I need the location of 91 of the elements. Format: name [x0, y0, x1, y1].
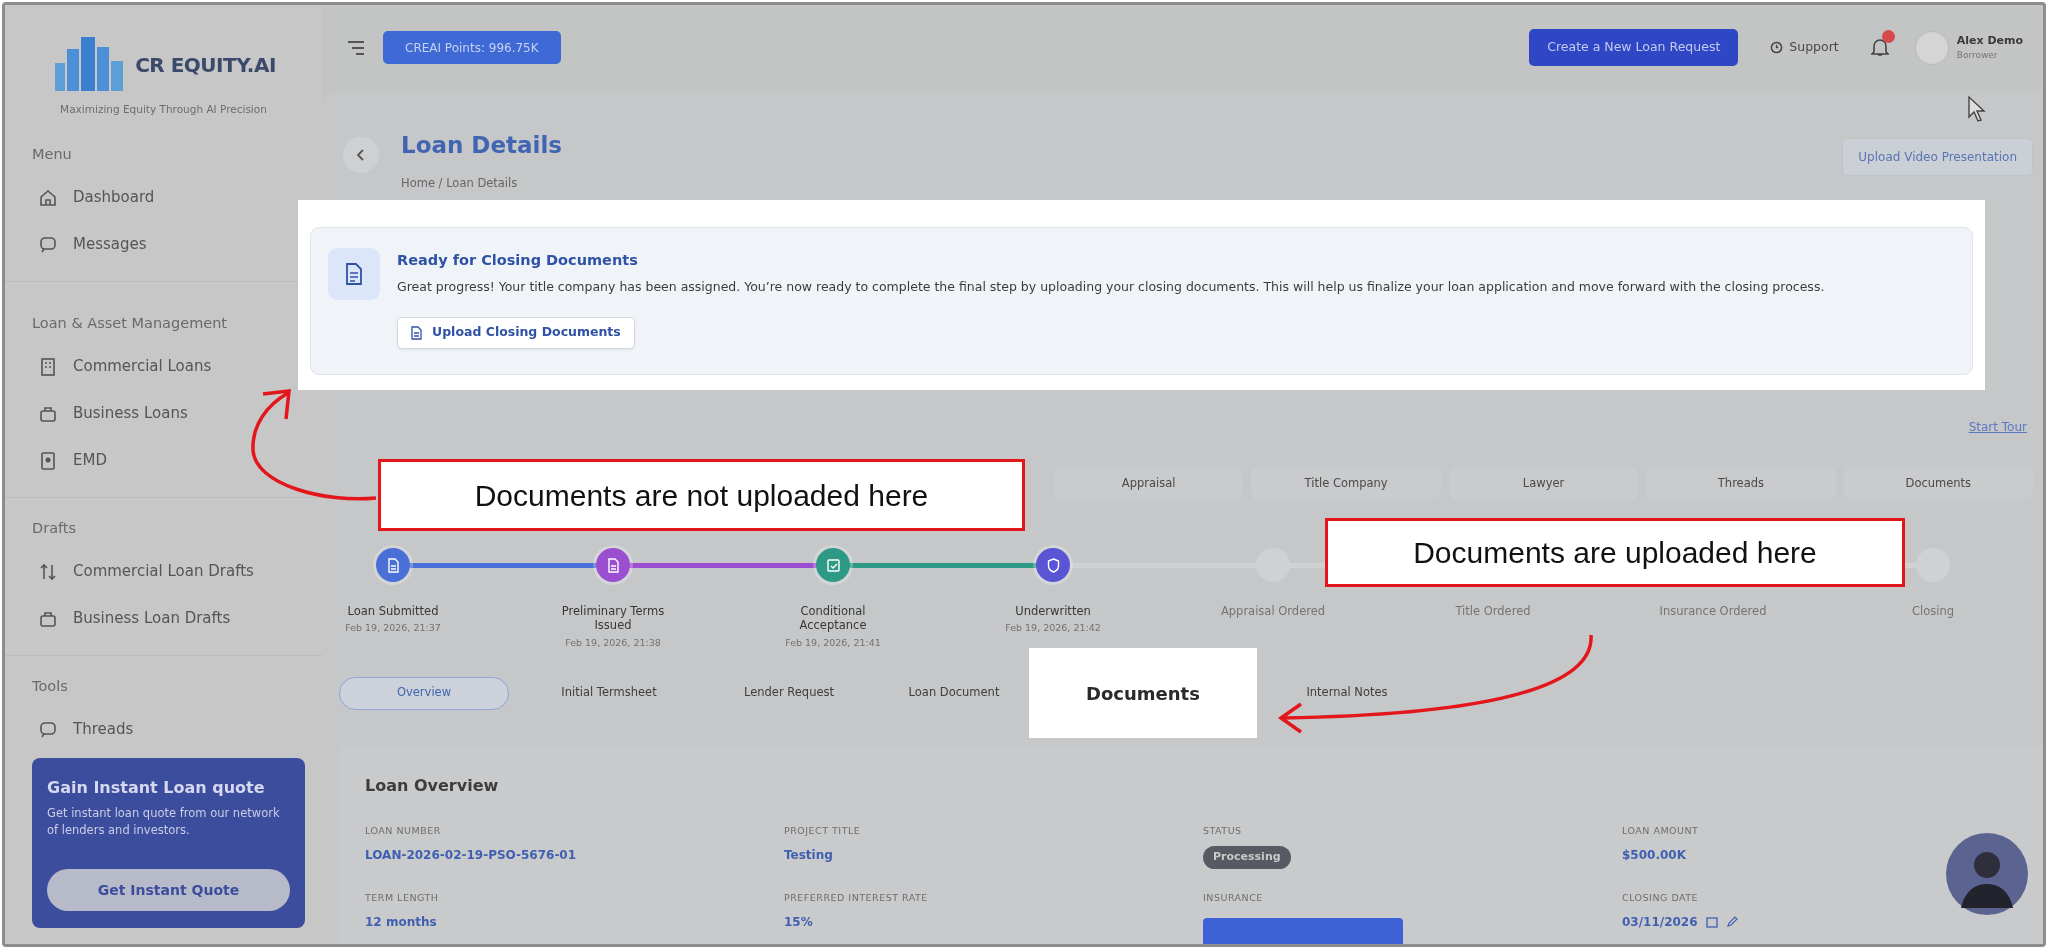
field-value: Testing [784, 847, 833, 865]
section-heading: Menu [31, 145, 73, 164]
cursor-icon [1967, 95, 1987, 123]
sidebar-item[interactable]: Commercial Loan Drafts [5, 548, 262, 595]
home-icon [39, 188, 57, 207]
step-label: Underwritten [1014, 604, 1092, 619]
edit-icon[interactable] [1725, 916, 1738, 928]
tab[interactable]: Initial Termsheet [519, 676, 699, 710]
tab[interactable]: Lawyer [1448, 467, 1639, 500]
step-date: Feb 19, 2026, 21:42 [1005, 621, 1101, 636]
field-value: 15% [784, 914, 813, 931]
chevron-left-icon [357, 149, 365, 161]
bell-icon[interactable] [1870, 38, 1889, 58]
chat-icon [39, 235, 57, 254]
field-label: TERM LENGTH [365, 890, 440, 905]
step-date: Feb 19, 2026, 21:41 [785, 635, 881, 650]
sidebar-item[interactable]: Business Loan Drafts [5, 595, 239, 642]
sidebar-item[interactable]: EMD [5, 437, 115, 484]
step-label: Closing [1910, 604, 1955, 619]
step-date: Feb 19, 2026, 21:38 [565, 635, 661, 650]
tab[interactable]: Documents [1029, 648, 1257, 738]
clock-icon [1770, 41, 1784, 54]
upload-closing-documents-button[interactable]: Upload Closing Documents [397, 316, 635, 349]
section-heading: Drafts [31, 519, 78, 538]
upload-video-button[interactable]: Upload Video Presentation [1842, 138, 2033, 176]
building-icon [39, 357, 57, 376]
status-badge: Processing [1203, 846, 1291, 869]
card-icon [39, 451, 57, 470]
field-label: LOAN AMOUNT [1622, 824, 1700, 838]
card-title: Loan Overview [365, 775, 500, 797]
tab[interactable]: Title Company [1251, 467, 1441, 500]
field-value: $500.00K [1622, 847, 1686, 865]
notice-title: Ready for Closing Documents [397, 251, 639, 270]
breadcrumb: Home / Loan Details [401, 174, 519, 192]
back-button[interactable] [343, 137, 379, 173]
tab[interactable]: Appraisal [1054, 467, 1244, 500]
field-label: PROJECT TITLE [784, 824, 862, 838]
field-value: LOAN-2026-02-19-PSO-5676-01 [365, 847, 577, 865]
bag-icon [39, 404, 57, 423]
menu-icon[interactable] [347, 39, 365, 56]
assistant-avatar[interactable] [1945, 832, 2029, 916]
sort-icon [39, 562, 57, 581]
step-date: Feb 19, 2026, 21:37 [345, 621, 441, 636]
get-quote-button[interactable]: Get Instant Quote [47, 869, 290, 911]
field-label: STATUS [1203, 824, 1243, 838]
new-loan-request-button[interactable]: Create a New Loan Request [1529, 29, 1739, 66]
start-tour-link[interactable]: Start Tour [1968, 418, 2027, 467]
page-title: Loan Details [401, 131, 563, 160]
tab[interactable]: Threads [1646, 467, 1836, 500]
field-value: 12 months [365, 914, 437, 931]
points-button[interactable]: CREAI Points: 996.75K [383, 31, 561, 64]
user-role: Borrower [1956, 49, 1999, 62]
user-name: Alex Demo [1956, 32, 2023, 49]
bag-icon [39, 609, 57, 628]
promo-title: Gain Instant Loan quote [47, 778, 266, 798]
tab[interactable]: Loan Document [879, 676, 1029, 710]
step-label: Title Ordered [1454, 604, 1532, 619]
notification-dot [1881, 29, 1895, 43]
annotation-callout: Documents are uploaded here [1325, 518, 1905, 587]
section-heading: Tools [31, 677, 69, 696]
tab[interactable]: Internal Notes [1257, 676, 1437, 710]
brand-tagline: Maximizing Equity Through AI Precision [59, 103, 268, 116]
step-label: Loan Submitted [346, 604, 440, 619]
step-label: Conditional Acceptance [798, 604, 868, 633]
notice-text: Great progress! Your title company has been assigned. You’re now ready to complete the final step by uploading your closing documents. This will help us finalize your loan application and move forward with the closing process. [397, 277, 1825, 296]
section-heading: Loan & Asset Management [31, 314, 229, 333]
step-label: Appraisal Ordered [1219, 604, 1327, 619]
step-label: Preliminary Terms Issued [560, 604, 666, 633]
tab[interactable]: Documents [1843, 467, 2034, 500]
promo-text: Get instant loan quote from our network of lenders and investors. [47, 805, 281, 839]
document-icon [328, 248, 380, 300]
chat-icon [39, 720, 57, 739]
field-label: LOAN NUMBER [365, 824, 442, 838]
field-label: PREFERRED INTEREST RATE [784, 890, 929, 905]
field-value: 03/11/2026 [1622, 914, 1698, 931]
tab[interactable]: Lender Request [699, 676, 879, 710]
document-icon [411, 325, 422, 340]
field-label: CLOSING DATE [1622, 890, 1700, 905]
sidebar-item[interactable]: Threads [5, 706, 142, 753]
support-button[interactable]: Support [1756, 30, 1853, 65]
sidebar-item[interactable]: Commercial Loans [5, 343, 220, 390]
checkbox-icon [824, 556, 842, 574]
sidebar-item[interactable]: Messages [5, 221, 155, 268]
calendar-icon[interactable] [1705, 916, 1718, 928]
step-label: Insurance Ordered [1658, 604, 1768, 619]
sidebar-item[interactable]: Dashboard [5, 174, 163, 221]
annotation-callout: Documents are not uploaded here [378, 459, 1025, 531]
brand-name: CR EQUITY.AI [135, 52, 276, 79]
tab[interactable]: Overview [339, 676, 509, 710]
sidebar-item[interactable]: Business Loans [5, 390, 196, 437]
field-label: INSURANCE [1203, 890, 1264, 905]
